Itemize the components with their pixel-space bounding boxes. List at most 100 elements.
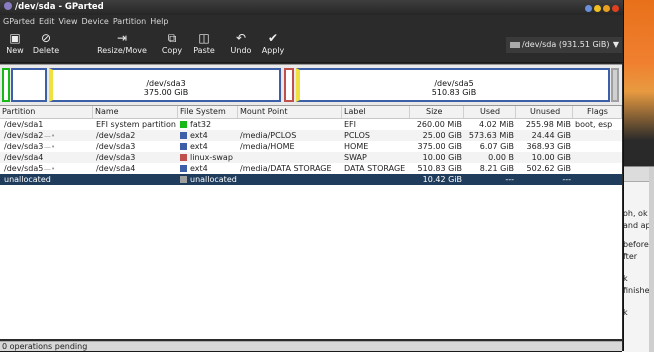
copy-icon: ⧉	[167, 31, 177, 45]
cell-fs: fat32	[180, 119, 238, 130]
menu-edit[interactable]: Edit	[39, 17, 55, 26]
undo-icon: ↶	[235, 31, 247, 45]
map-sda3[interactable]: /dev/sda3 375.00 GiB	[49, 68, 281, 102]
delete-icon: ⊘	[40, 31, 52, 45]
table-row[interactable]: —• /dev/sda2/dev/sda2 ext4/media/PCLOS PCL…	[0, 130, 622, 141]
fs-text: unallocated	[190, 175, 237, 184]
cell-partition: unallocated	[4, 175, 51, 184]
cell-name: /dev/sda3	[96, 142, 136, 151]
cell-unused: 24.44 GiB	[531, 131, 571, 140]
resize-move-button[interactable]: ⇥ Resize/Move	[96, 30, 148, 55]
cell-unused: 502.62 GiB	[526, 164, 571, 173]
col-mountpoint[interactable]: Mount Point	[238, 106, 342, 118]
cell-mount	[240, 152, 342, 163]
cell-flags	[575, 141, 621, 152]
apply-button[interactable]: ✔ Apply	[260, 30, 286, 55]
copy-button[interactable]: ⧉ Copy	[160, 30, 184, 55]
device-selector[interactable]: /dev/sda (931.51 GiB) ▼	[506, 37, 622, 53]
cell-mount	[240, 174, 342, 185]
apply-label: Apply	[261, 46, 285, 55]
cell-flags	[575, 152, 621, 163]
menu-view[interactable]: View	[59, 17, 78, 26]
resize-label: Resize/Move	[97, 46, 147, 55]
cell-flags	[575, 130, 621, 141]
shade-button[interactable]	[603, 5, 610, 12]
table-row[interactable]: —• /dev/sda3/dev/sda3 ext4/media/HOME HOME…	[0, 141, 622, 152]
cell-mount: /media/PCLOS	[240, 131, 297, 140]
window-controls	[583, 3, 619, 18]
menu-help[interactable]: Help	[150, 17, 168, 26]
bg-text: finishe	[623, 286, 650, 295]
close-button[interactable]	[612, 5, 619, 12]
undo-button[interactable]: ↶ Undo	[229, 30, 253, 55]
table-row[interactable]: unallocated unallocated 10.42 GiB --- ---	[0, 174, 622, 185]
fs-color-swatch	[180, 121, 187, 128]
cell-fs: unallocated	[180, 174, 238, 185]
cell-partition: /dev/sda1	[4, 120, 44, 129]
cell-size: 10.00 GiB	[422, 153, 462, 162]
cell-label	[344, 174, 410, 185]
cell-label: EFI	[344, 120, 357, 129]
menu-bar: GParted Edit View Device Partition Help	[0, 15, 623, 28]
cell-fs: linux-swap	[180, 152, 238, 163]
minimize-button[interactable]	[585, 5, 592, 12]
cell-unused: 368.93 GiB	[526, 142, 571, 151]
col-flags[interactable]: Flags	[573, 106, 622, 118]
cell-size: 375.00 GiB	[417, 142, 462, 151]
resize-icon: ⇥	[116, 31, 128, 45]
map-sda3-size: 375.00 GiB	[143, 88, 189, 97]
fs-text: ext4	[190, 164, 208, 173]
cell-unused: 10.00 GiB	[531, 153, 571, 162]
cell-used: 573.63 MiB	[468, 131, 514, 140]
status-bar: 0 operations pending	[0, 341, 622, 351]
new-button[interactable]: ▣ New	[5, 30, 25, 55]
table-row[interactable]: /dev/sda4/dev/sda3 linux-swap SWAP 10.00 Gi…	[0, 152, 622, 163]
maximize-button[interactable]	[594, 5, 601, 12]
cell-fs: ext4	[180, 130, 238, 141]
cell-size: 510.83 GiB	[417, 164, 462, 173]
cell-fs: ext4	[180, 141, 238, 152]
fs-color-swatch	[180, 154, 187, 161]
delete-button[interactable]: ⊘ Delete	[31, 30, 61, 55]
copy-label: Copy	[161, 46, 183, 55]
map-sda5[interactable]: /dev/sda5 510.83 GiB	[296, 68, 610, 102]
col-name[interactable]: Name	[93, 106, 178, 118]
col-partition[interactable]: Partition	[0, 106, 93, 118]
map-sda3-name: /dev/sda3	[146, 79, 186, 88]
cell-size: 10.42 GiB	[422, 175, 462, 184]
map-sda4[interactable]	[284, 68, 294, 102]
table-row[interactable]: /dev/sda1 EFI system partition fat32 EFI 260…	[0, 119, 622, 130]
partition-map: /dev/sda3 375.00 GiB /dev/sda5 510.83 GiB	[0, 64, 622, 106]
col-used[interactable]: Used	[464, 106, 516, 118]
cell-used: 4.02 MiB	[479, 120, 514, 129]
menu-device[interactable]: Device	[81, 17, 108, 26]
window-title: /dev/sda - GParted	[15, 2, 104, 12]
gparted-window: /dev/sda - GParted GParted Edit View Device…	[0, 0, 624, 351]
fs-text: linux-swap	[190, 153, 233, 162]
apply-icon: ✔	[267, 31, 279, 45]
cell-partition: /dev/sda2	[4, 131, 44, 140]
col-label[interactable]: Label	[342, 106, 410, 118]
map-sda2[interactable]	[11, 68, 47, 102]
col-unused[interactable]: Unused	[516, 106, 573, 118]
chevron-down-icon: ▼	[612, 40, 619, 49]
fs-color-swatch	[180, 132, 187, 139]
cell-name: /dev/sda3	[96, 153, 136, 162]
cell-used: 8.21 GiB	[479, 164, 514, 173]
title-bar[interactable]: /dev/sda - GParted	[0, 0, 623, 15]
paste-button[interactable]: ◫ Paste	[191, 30, 217, 55]
cell-flags	[575, 174, 621, 185]
cell-flags: boot, esp	[575, 120, 613, 129]
cell-label: HOME	[344, 142, 369, 151]
new-icon: ▣	[9, 31, 21, 45]
menu-gparted[interactable]: GParted	[3, 17, 35, 26]
background-desktop: oh, ok and ap before fter k finishe k	[622, 0, 654, 352]
col-size[interactable]: Size	[410, 106, 464, 118]
menu-partition[interactable]: Partition	[113, 17, 146, 26]
map-sda1[interactable]	[2, 68, 10, 102]
map-unallocated[interactable]	[611, 68, 619, 102]
table-body: /dev/sda1 EFI system partition fat32 EFI 260…	[0, 119, 622, 185]
col-filesystem[interactable]: File System	[178, 106, 238, 118]
cell-flags	[575, 163, 621, 174]
table-row[interactable]: —• /dev/sda5/dev/sda4 ext4/media/DATA STO…	[0, 163, 622, 174]
